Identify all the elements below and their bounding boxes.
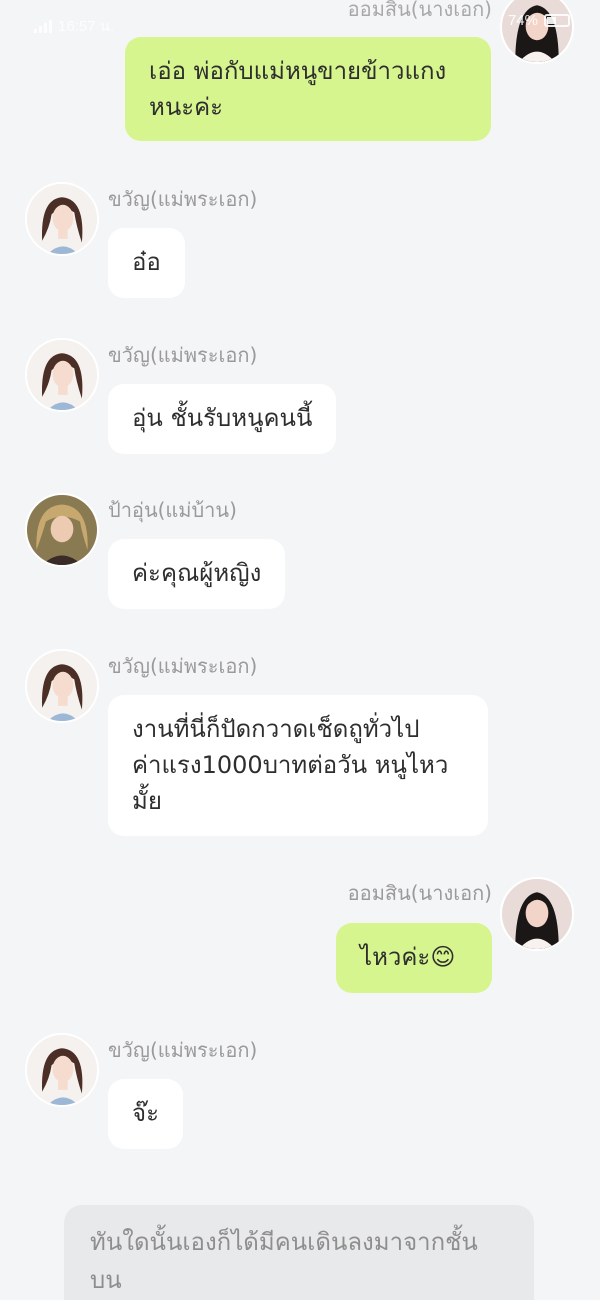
- chat-bubble: งานที่นี่ก็ปัดกวาดเช็ดถูทั่วไป ค่าแรง100…: [108, 695, 488, 836]
- status-time: 16:57 น.: [58, 18, 115, 35]
- status-right: 74%: [508, 12, 570, 29]
- avatar-hero-mother[interactable]: [25, 338, 99, 412]
- avatar-maid[interactable]: [25, 493, 99, 567]
- narration-box: ทันใดนั้นเองก็ได้มีคนเดินลงมาจากชั้นบน: [64, 1205, 534, 1300]
- sender-name: ขวัญ(แม่พระเอก): [108, 187, 258, 211]
- sender-name: ออมสิน(นางเอก): [347, 881, 492, 905]
- sender-name: ป้าอุ่น(แม่บ้าน): [108, 498, 237, 522]
- signal-icon: [34, 19, 52, 33]
- battery-percent: 74%: [507, 12, 538, 29]
- battery-icon: [544, 14, 570, 27]
- sender-name: ขวัญ(แม่พระเอก): [108, 343, 258, 367]
- chat-bubble: เอ่อ พ่อกับแม่หนูขายข้าวแกงหนะค่ะ: [125, 37, 491, 141]
- status-bar: 16:57 น. 74%: [0, 0, 600, 44]
- chat-bubble: จ๊ะ: [108, 1079, 183, 1149]
- avatar-hero-mother[interactable]: [25, 182, 99, 256]
- chat-bubble: ค่ะคุณผู้หญิง: [108, 539, 286, 609]
- status-left: 16:57 น.: [34, 14, 114, 38]
- sender-name: ขวัญ(แม่พระเอก): [108, 654, 258, 678]
- chat-bubble: อ๋อ: [108, 228, 185, 298]
- chat-bubble: อุ่น ชั้นรับหนูคนนี้: [108, 384, 337, 454]
- avatar-heroine[interactable]: [500, 877, 574, 951]
- avatar-hero-mother[interactable]: [25, 649, 99, 723]
- sender-name: ขวัญ(แม่พระเอก): [108, 1038, 258, 1062]
- chat-bubble: ไหวค่ะ😊: [336, 923, 492, 993]
- avatar-hero-mother[interactable]: [25, 1033, 99, 1107]
